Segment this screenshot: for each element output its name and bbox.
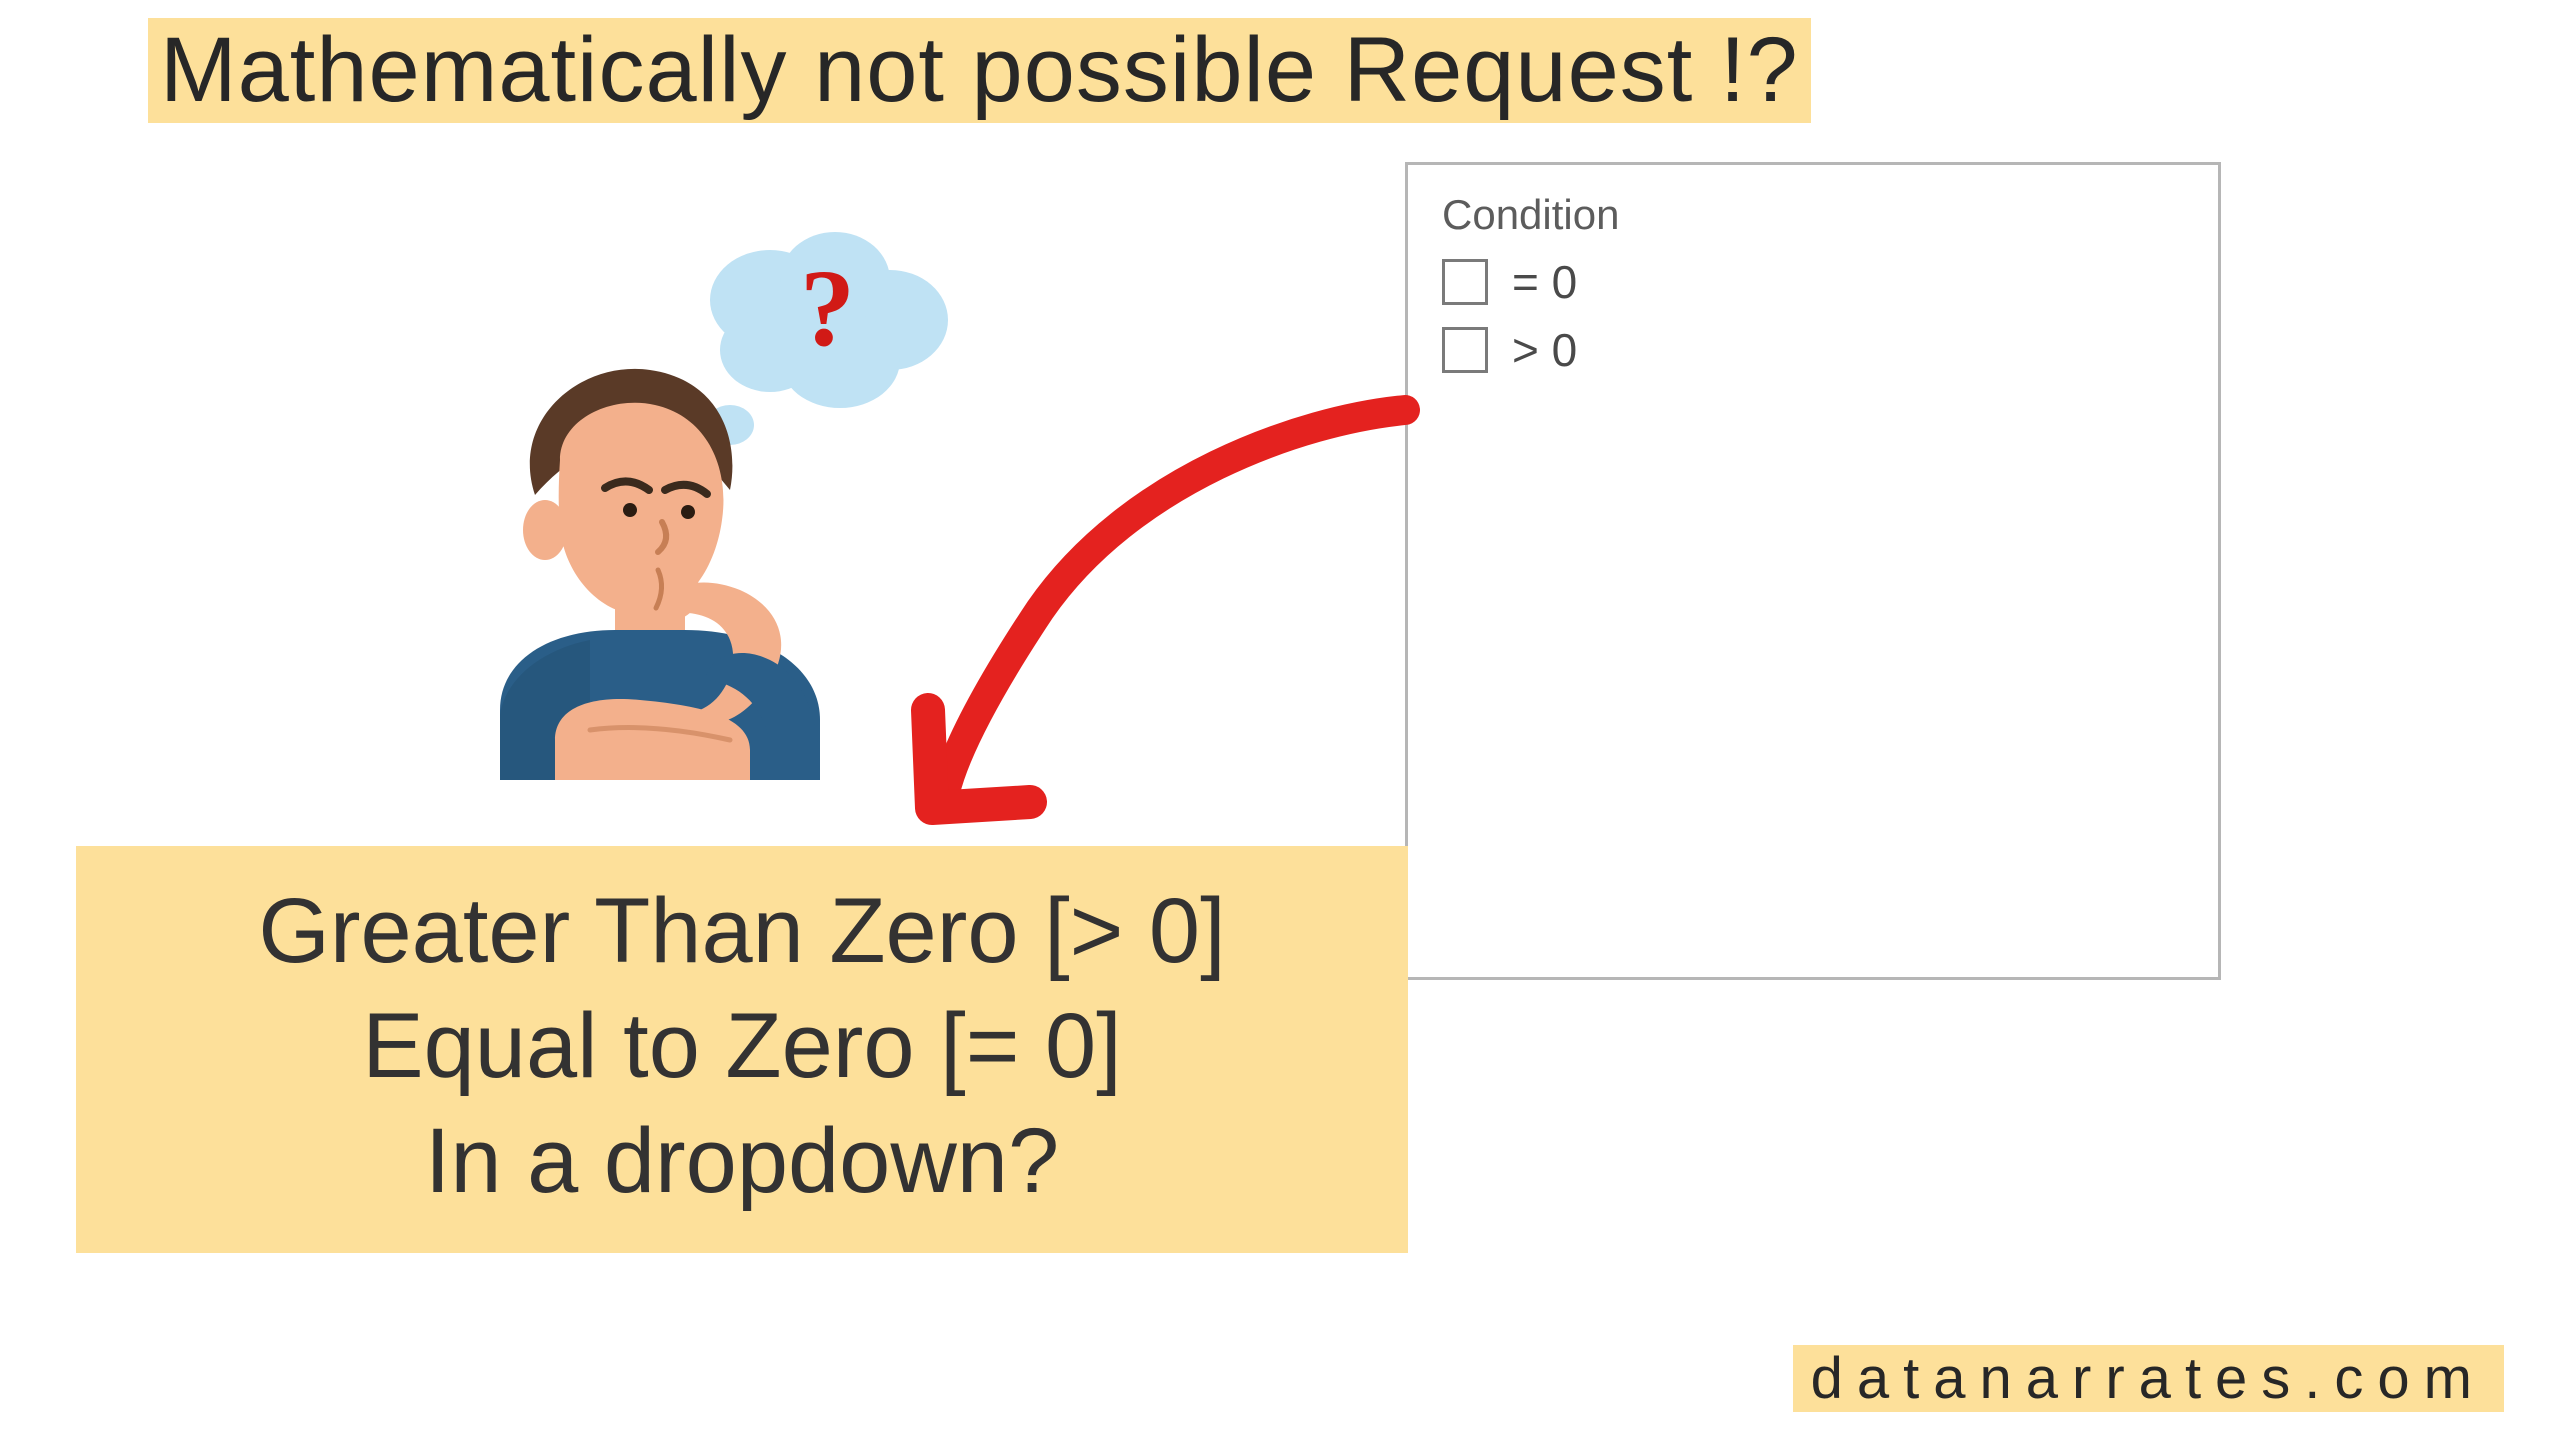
checkbox-icon[interactable] [1442, 327, 1488, 373]
thinking-person-icon: ? [440, 210, 960, 780]
condition-panel: Condition = 0 > 0 [1405, 162, 2221, 980]
svg-text:?: ? [800, 247, 855, 369]
condition-option-gt0[interactable]: > 0 [1442, 323, 2184, 377]
condition-option-label: > 0 [1512, 323, 1577, 377]
condition-heading: Condition [1442, 191, 2184, 239]
bottom-callout: Greater Than Zero [> 0] Equal to Zero [=… [76, 846, 1408, 1253]
callout-line-1: Greater Than Zero [> 0] [76, 874, 1408, 989]
callout-line-2: Equal to Zero [= 0] [76, 989, 1408, 1104]
checkbox-icon[interactable] [1442, 259, 1488, 305]
condition-option-eq0[interactable]: = 0 [1442, 255, 2184, 309]
page-title: Mathematically not possible Request !? [148, 18, 1811, 123]
callout-line-3: In a dropdown? [76, 1104, 1408, 1219]
condition-option-label: = 0 [1512, 255, 1577, 309]
curved-arrow-icon [880, 390, 1440, 850]
brand-label: datanarrates.com [1793, 1345, 2504, 1412]
